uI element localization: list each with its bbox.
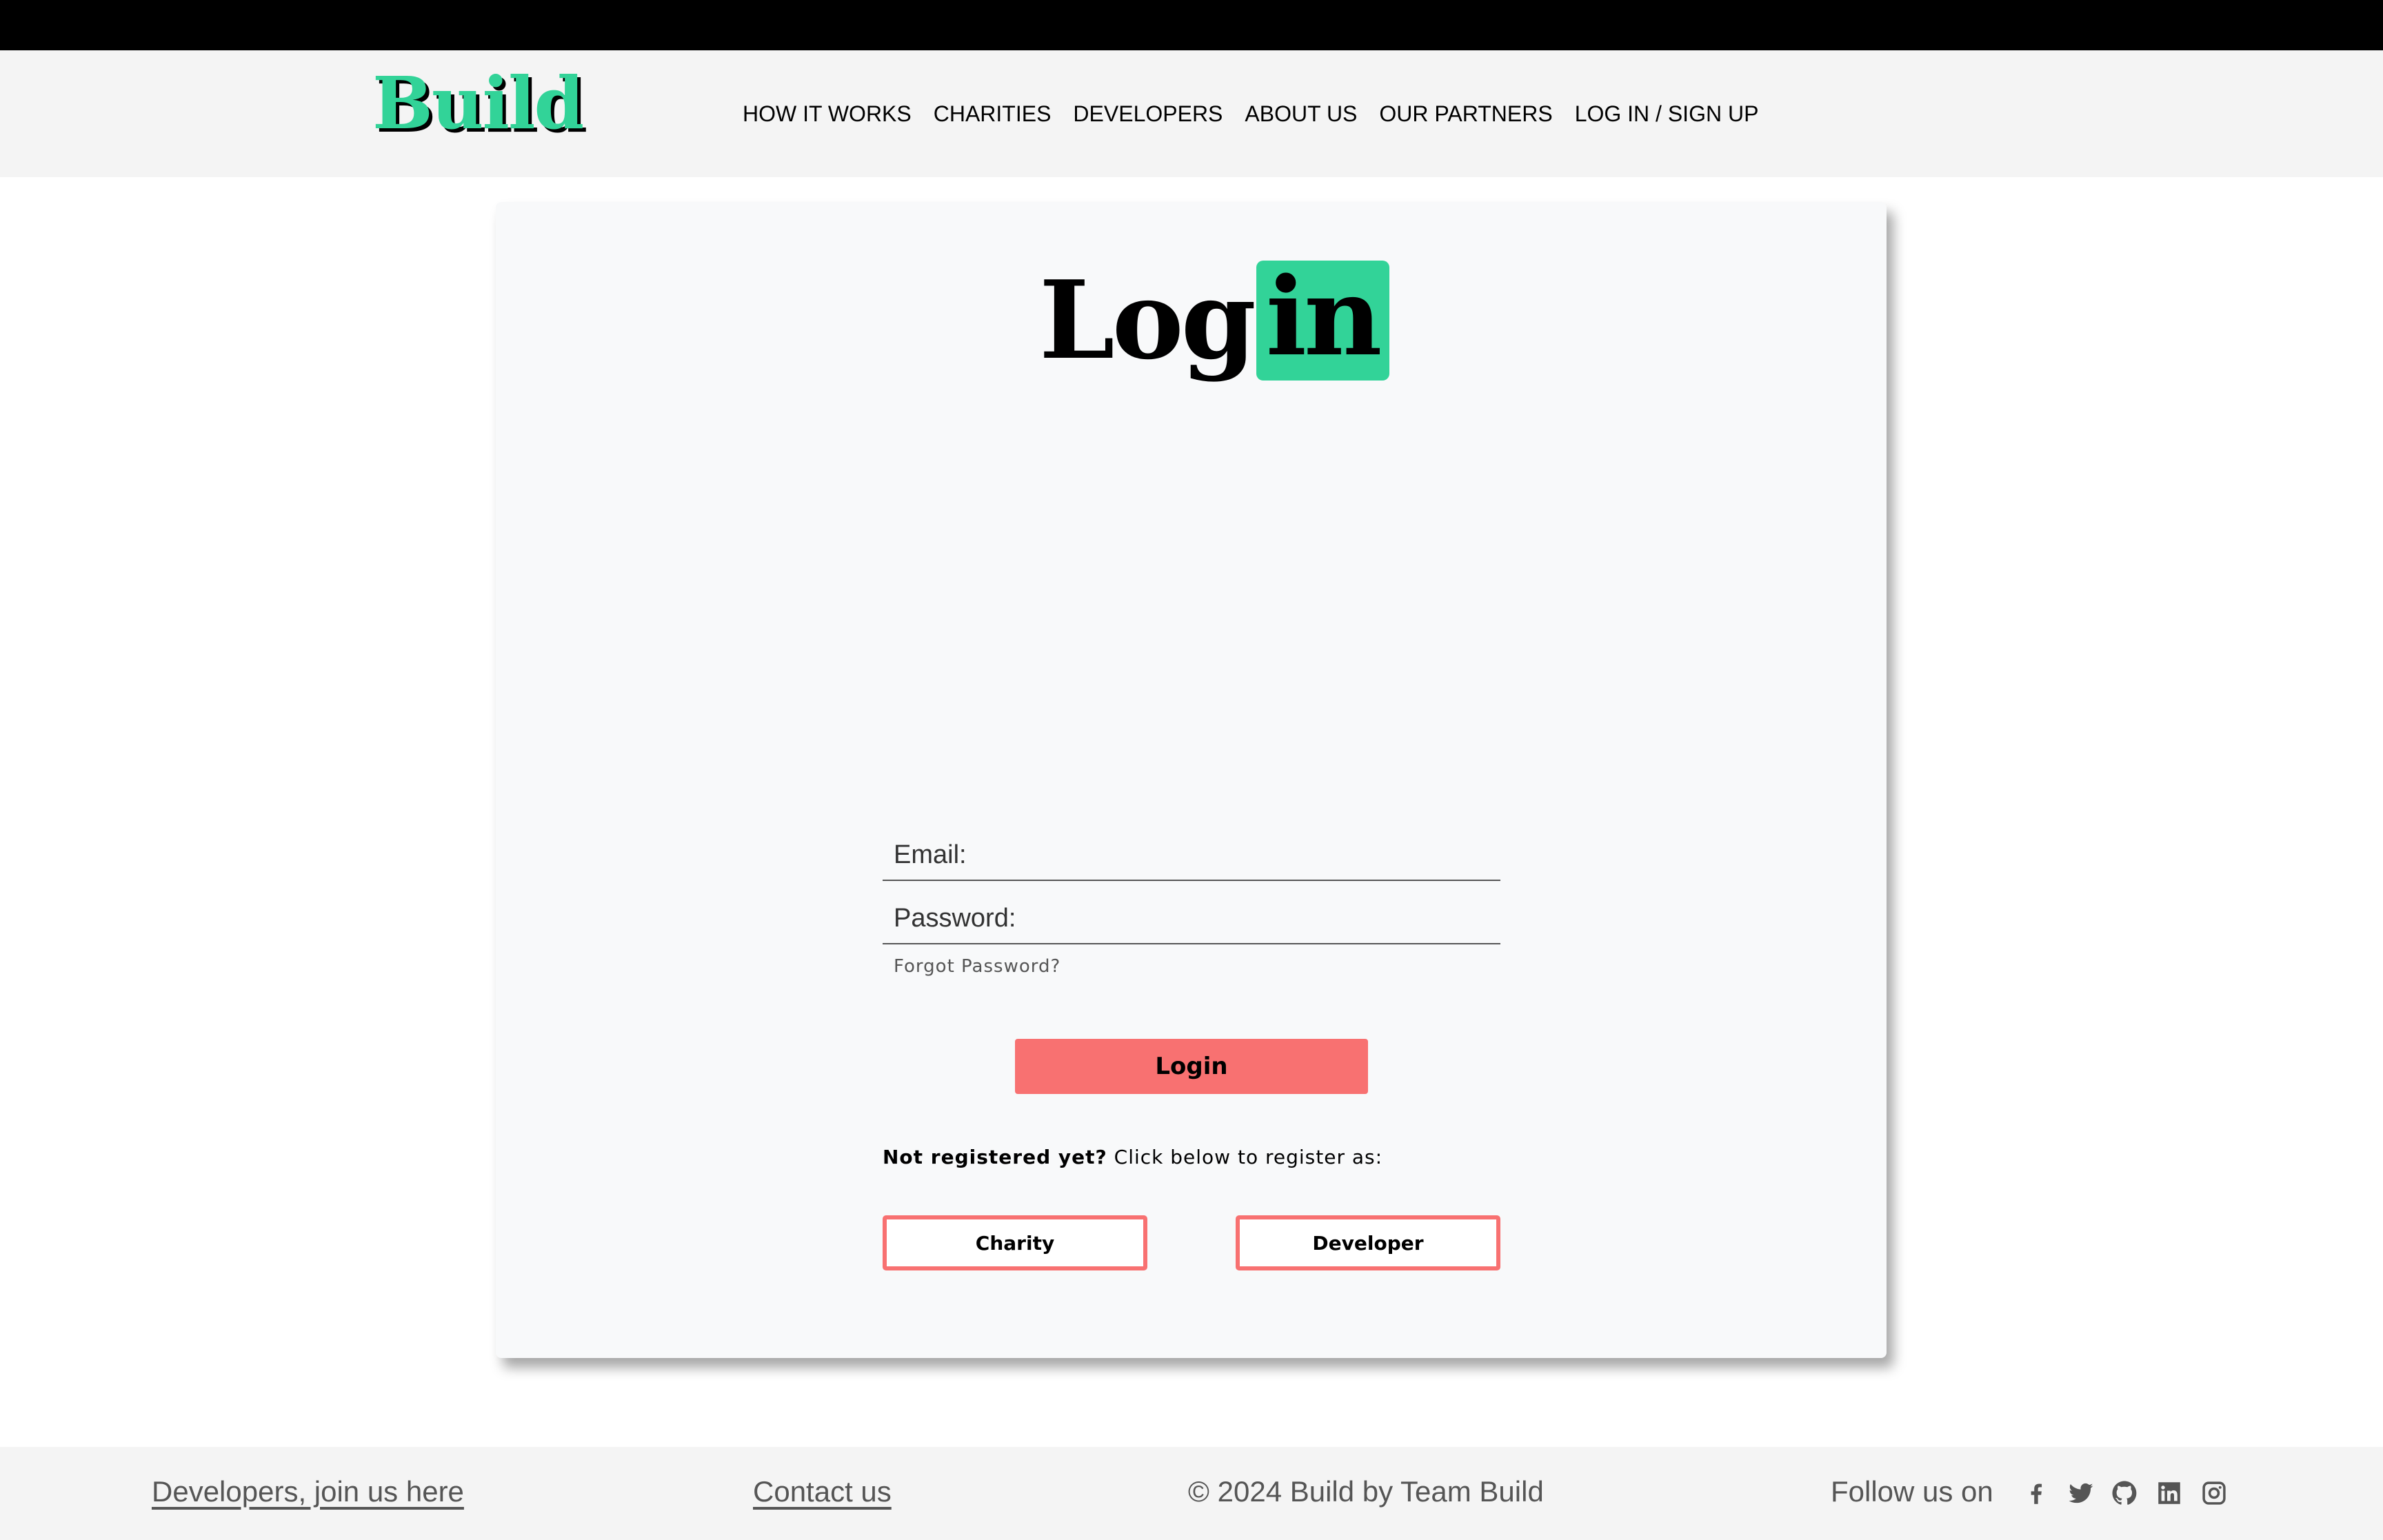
register-prompt-bold: Not registered yet? [883, 1146, 1107, 1168]
github-icon[interactable] [2110, 1479, 2139, 1508]
nav-developers[interactable]: DEVELOPERS [1073, 100, 1223, 128]
copyright-text: © 2024 Build by Team Build [1188, 1475, 1544, 1508]
facebook-icon[interactable] [2022, 1479, 2051, 1508]
email-field-wrapper [883, 830, 1500, 881]
password-field-wrapper [883, 893, 1500, 944]
title-part-log: Log [1039, 257, 1256, 383]
twitter-icon[interactable] [2067, 1479, 2095, 1508]
nav-charities[interactable]: CHARITIES [934, 100, 1052, 128]
top-black-bar [0, 0, 2383, 50]
developers-join-link[interactable]: Developers, join us here [152, 1475, 464, 1508]
register-prompt-text: Click below to register as: [1107, 1146, 1383, 1168]
title-part-in-highlight: in [1256, 261, 1389, 381]
login-button[interactable]: Login [1015, 1039, 1368, 1094]
email-input[interactable] [883, 830, 1500, 880]
register-developer-button[interactable]: Developer [1236, 1215, 1500, 1270]
site-logo[interactable]: Build [372, 68, 584, 139]
nav-about-us[interactable]: ABOUT US [1245, 100, 1357, 128]
nav-our-partners[interactable]: OUR PARTNERS [1379, 100, 1552, 128]
main-nav: HOW IT WORKS CHARITIES DEVELOPERS ABOUT … [743, 100, 1758, 128]
follow-us-text: Follow us on [1831, 1475, 1993, 1508]
instagram-icon[interactable] [2200, 1479, 2229, 1508]
linkedin-icon[interactable] [2155, 1479, 2184, 1508]
password-input[interactable] [883, 893, 1500, 943]
nav-login-signup[interactable]: LOG IN / SIGN UP [1575, 100, 1759, 128]
forgot-password-link[interactable]: Forgot Password? [894, 956, 1060, 977]
nav-how-it-works[interactable]: HOW IT WORKS [743, 100, 912, 128]
page-title: Log in [1039, 258, 1389, 383]
register-prompt: Not registered yet? Click below to regis… [883, 1146, 1382, 1168]
contact-us-link[interactable]: Contact us [753, 1475, 892, 1508]
register-charity-button[interactable]: Charity [883, 1215, 1147, 1270]
